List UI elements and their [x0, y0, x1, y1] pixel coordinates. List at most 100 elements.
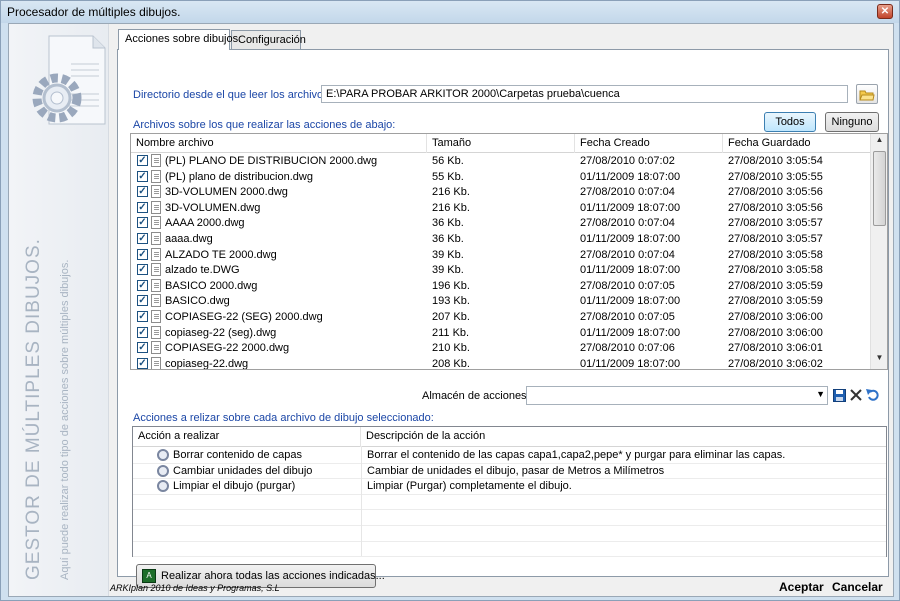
files-label: Archivos sobre los que realizar las acci… — [133, 119, 396, 131]
run-actions-label: Realizar ahora todas las acciones indica… — [161, 570, 385, 582]
cell-name: copiaseg-22 (seg).dwg — [165, 326, 277, 339]
row-checkbox[interactable]: ✓ — [137, 248, 148, 260]
table-row[interactable]: ✓ AAAA 2000.dwg 36 Kb. 27/08/2010 0:07:04 27… — [131, 216, 871, 232]
scroll-up-icon[interactable]: ▲ — [871, 135, 887, 150]
list-item[interactable]: Limpiar el dibujo (purgar) Limpiar (Purga… — [133, 479, 886, 495]
document-gear-icon — [32, 35, 106, 125]
table-row[interactable]: ✓ (PL) plano de distribucion.dwg 55 Kb. 01/… — [131, 169, 871, 186]
banner-title: GESTOR DE MÚLTIPLES DIBUJOS. — [23, 238, 44, 580]
table-row[interactable]: ✓ aaaa.dwg 36 Kb. 01/11/2009 18:07:00 27/08/… — [131, 232, 871, 248]
select-none-button[interactable]: Ninguno — [825, 112, 879, 132]
column-divider — [361, 446, 362, 556]
table-row[interactable]: ✓ COPIASEG-22 2000.dwg 210 Kb. 27/08/2010 0… — [131, 341, 871, 357]
tab-settings[interactable]: Configuración — [231, 30, 306, 50]
table-row[interactable]: ✓ COPIASEG-22 (SEG) 2000.dwg 207 Kb. 27/08/… — [131, 310, 871, 326]
directory-field[interactable]: E:\PARA PROBAR ARKITOR 2000\Carpetas pru… — [321, 85, 848, 103]
cell-size: 207 Kb. — [432, 311, 470, 323]
cell-saved: 27/08/2010 3:06:00 — [728, 311, 823, 323]
file-icon — [151, 232, 161, 245]
cell-name: COPIASEG-22 (SEG) 2000.dwg — [165, 311, 323, 323]
action-store-select[interactable]: ▼ — [526, 386, 828, 405]
table-row[interactable]: ✓ 3D-VOLUMEN 2000.dwg 216 Kb. 27/08/2010 0:… — [131, 185, 871, 201]
cell-name: copiaseg-22.dwg — [165, 357, 249, 370]
table-row[interactable]: ✓ ALZADO TE 2000.dwg 39 Kb. 27/08/2010 0:07… — [131, 247, 871, 264]
file-list[interactable]: Nombre archivo Tamaño Fecha Creado Fecha… — [130, 133, 888, 370]
column-header-name[interactable]: Nombre archivo — [131, 134, 427, 153]
cancel-button[interactable]: Cancelar — [832, 580, 883, 594]
row-checkbox[interactable]: ✓ — [137, 155, 148, 166]
file-list-scrollbar[interactable]: ▲ ▼ — [870, 134, 887, 369]
row-checkbox[interactable]: ✓ — [137, 342, 148, 354]
row-checkbox[interactable]: ✓ — [137, 201, 148, 213]
column-header-created[interactable]: Fecha Creado — [575, 134, 723, 153]
list-item[interactable] — [133, 542, 886, 558]
table-row[interactable]: ✓ BASICO 2000.dwg 196 Kb. 27/08/2010 0:07:0… — [131, 278, 871, 295]
row-checkbox[interactable]: ✓ — [137, 279, 148, 291]
actions-list-header: Acción a realizar Descripción de la acci… — [133, 427, 886, 447]
cell-size: 193 Kb. — [432, 295, 470, 308]
table-row[interactable]: ✓ alzado te.DWG 39 Kb. 01/11/2009 18:07:00 2… — [131, 263, 871, 279]
undo-icon[interactable] — [866, 388, 879, 401]
column-header-description[interactable]: Descripción de la acción — [361, 427, 886, 447]
folder-icon — [859, 90, 875, 101]
cell-created: 01/11/2009 18:07:00 — [580, 233, 681, 245]
row-checkbox[interactable]: ✓ — [137, 264, 148, 276]
list-item[interactable] — [133, 510, 886, 526]
cell-saved: 27/08/2010 3:05:57 — [728, 233, 823, 245]
autocad-icon: A — [142, 569, 156, 583]
table-row[interactable]: ✓ (PL) PLANO DE DISTRIBUCION 2000.dwg 56 K… — [131, 154, 871, 170]
row-checkbox[interactable]: ✓ — [137, 357, 148, 369]
cell-saved: 27/08/2010 3:05:58 — [728, 264, 823, 277]
select-all-button[interactable]: Todos — [764, 112, 816, 132]
window-title: Procesador de múltiples dibujos. — [7, 5, 181, 19]
cell-size: 39 Kb. — [432, 248, 464, 261]
row-checkbox[interactable]: ✓ — [137, 326, 148, 338]
column-header-size[interactable]: Tamaño — [427, 134, 575, 153]
scroll-thumb[interactable] — [873, 151, 886, 226]
cell-name: BASICO 2000.dwg — [165, 279, 258, 292]
browse-folder-button[interactable] — [856, 84, 878, 104]
tab-actions[interactable]: Acciones sobre dibujos. — [118, 29, 241, 50]
row-checkbox[interactable]: ✓ — [137, 295, 148, 307]
cell-size: 36 Kb. — [432, 233, 464, 245]
cell-description: Borrar el contenido de las capas capa1,c… — [367, 449, 786, 461]
list-item[interactable] — [133, 495, 886, 511]
table-row[interactable]: ✓ BASICO.dwg 193 Kb. 01/11/2009 18:07:00 27/… — [131, 294, 871, 310]
cell-created: 01/11/2009 18:07:00 — [580, 295, 681, 308]
delete-icon[interactable] — [850, 389, 862, 401]
list-item[interactable] — [133, 526, 886, 542]
cell-description: Limpiar (Purgar) completamente el dibujo… — [367, 480, 572, 493]
scroll-down-icon[interactable]: ▼ — [871, 353, 887, 368]
row-checkbox[interactable]: ✓ — [137, 233, 148, 244]
column-header-action[interactable]: Acción a realizar — [133, 427, 361, 447]
row-checkbox[interactable]: ✓ — [137, 217, 148, 229]
cell-action: Limpiar el dibujo (purgar) — [173, 480, 296, 493]
list-item[interactable]: Cambiar unidades del dibujo Cambiar de un… — [133, 464, 886, 480]
cell-saved: 27/08/2010 3:05:56 — [728, 201, 823, 214]
close-icon[interactable]: ✕ — [877, 4, 893, 19]
cell-name: 3D-VOLUMEN 2000.dwg — [165, 186, 288, 199]
cell-created: 01/11/2009 18:07:00 — [580, 201, 681, 214]
row-checkbox[interactable]: ✓ — [137, 311, 148, 322]
actions-list[interactable]: Acción a realizar Descripción de la acci… — [132, 426, 887, 558]
list-item[interactable]: Borrar contenido de capas Borrar el conte… — [133, 448, 886, 464]
row-checkbox[interactable]: ✓ — [137, 170, 148, 182]
cell-size: 216 Kb. — [432, 186, 470, 199]
dialog-client: GESTOR DE MÚLTIPLES DIBUJOS. Aquí puede … — [8, 23, 894, 597]
column-header-saved[interactable]: Fecha Guardado — [723, 134, 871, 153]
accept-button[interactable]: Aceptar — [779, 580, 824, 594]
save-icon[interactable] — [833, 389, 846, 402]
row-checkbox[interactable]: ✓ — [137, 186, 148, 198]
file-icon — [151, 356, 161, 369]
cell-saved: 27/08/2010 3:06:00 — [728, 326, 823, 339]
table-row[interactable]: ✓ 3D-VOLUMEN.dwg 216 Kb. 01/11/2009 18:07:0… — [131, 200, 871, 217]
table-row[interactable]: ✓ copiaseg-22 (seg).dwg 211 Kb. 01/11/2009 … — [131, 325, 871, 342]
cell-name: alzado te.DWG — [165, 264, 240, 277]
table-row[interactable]: ✓ copiaseg-22.dwg 208 Kb. 01/11/2009 18:07:… — [131, 356, 871, 370]
file-icon — [151, 294, 161, 308]
cell-created: 27/08/2010 0:07:04 — [580, 248, 675, 261]
dialog-window: Procesador de múltiples dibujos. ✕ GESTO… — [0, 0, 900, 601]
file-icon — [151, 247, 161, 261]
directory-label: Directorio desde el que leer los archivo… — [133, 89, 332, 101]
file-icon — [151, 263, 161, 277]
